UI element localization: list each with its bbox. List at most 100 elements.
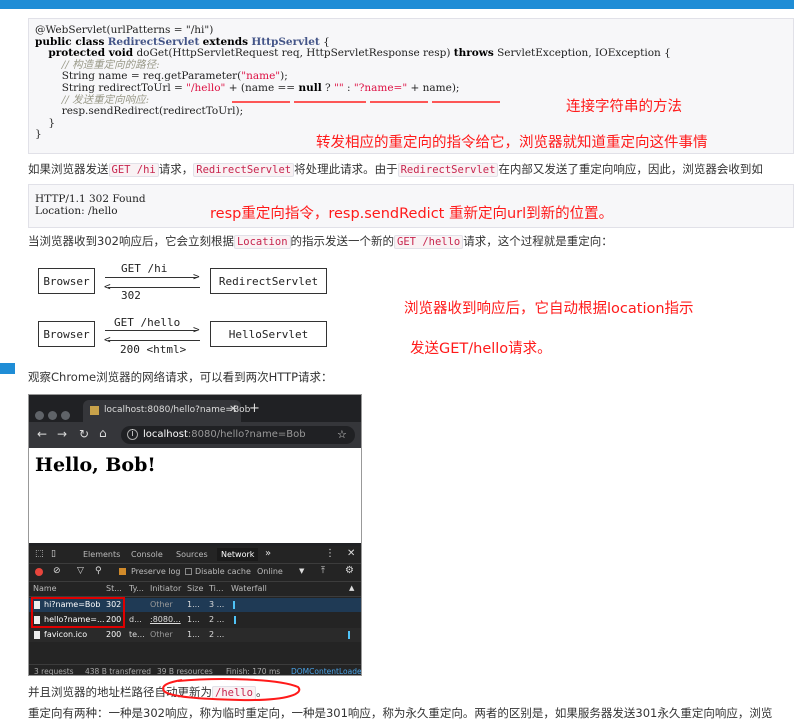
- tab-console[interactable]: Console: [131, 550, 163, 559]
- disable-cache-label: Disable cache: [195, 567, 251, 576]
- code-string: "name": [241, 70, 281, 83]
- close-dot-icon[interactable]: [35, 411, 44, 420]
- gear-icon[interactable]: ⚙: [345, 565, 354, 576]
- tab-elements[interactable]: Elements: [83, 550, 120, 559]
- browser-box: Browser: [38, 321, 95, 347]
- code-text: );: [280, 70, 288, 83]
- tab-sources[interactable]: Sources: [176, 550, 208, 559]
- preserve-log-label: Preserve log: [131, 567, 181, 576]
- inline-code: RedirectServlet: [397, 163, 499, 177]
- paragraph-chrome: 观察Chrome浏览器的网络请求，可以看到两次HTTP请求：: [28, 370, 333, 384]
- column-header[interactable]: Waterfall: [231, 584, 267, 593]
- minimize-dot-icon[interactable]: [48, 411, 57, 420]
- reload-icon[interactable]: ↻: [79, 427, 89, 441]
- code-text: String redirectToUrl =: [61, 81, 187, 94]
- waterfall-bar: [233, 601, 235, 609]
- text: 将处理此请求。由于: [294, 162, 398, 176]
- column-header[interactable]: Size: [187, 584, 203, 593]
- code-comment: // 发送重定向响应:: [61, 93, 150, 106]
- devtools-close-icon[interactable]: ✕: [347, 548, 355, 559]
- devtools-tabbar: ⬚ ▯ Elements Console Sources Network » ⋮…: [29, 546, 361, 564]
- server-box: RedirectServlet: [210, 268, 327, 294]
- code-string: "": [334, 81, 344, 94]
- address-bar[interactable]: i localhost:8080/hello?name=Bob ☆: [121, 426, 355, 444]
- tab-network[interactable]: Network: [217, 548, 259, 561]
- tab-close-icon[interactable]: ✕: [229, 404, 237, 415]
- kebab-menu-icon[interactable]: ⋮: [325, 548, 335, 559]
- more-tabs-icon[interactable]: »: [265, 548, 271, 559]
- inline-code: RedirectServlet: [193, 163, 295, 177]
- code-text: doGet(HttpServletRequest req, HttpServle…: [133, 47, 454, 60]
- top-header-bar: [0, 0, 794, 9]
- filter-icon[interactable]: ▽: [77, 566, 84, 576]
- throttle-select[interactable]: Online: [257, 567, 283, 576]
- code-keyword: throws: [453, 47, 494, 60]
- waterfall-bar: [348, 631, 350, 639]
- page-favicon-icon: [90, 406, 99, 415]
- column-header[interactable]: Name: [33, 584, 57, 593]
- code-text: {: [319, 35, 330, 48]
- left-side-marker: [0, 363, 15, 374]
- disable-cache-checkbox[interactable]: [185, 568, 192, 575]
- inline-code: Location: [233, 235, 291, 249]
- new-tab-icon[interactable]: +: [249, 401, 260, 416]
- throttle-chevron-icon[interactable]: ▼: [299, 567, 304, 575]
- column-header[interactable]: Ti...: [209, 584, 224, 593]
- code-text: String name = req.getParameter(: [61, 70, 242, 83]
- back-icon[interactable]: ←: [37, 427, 47, 441]
- annotation-send-redirect: resp重定向指令，resp.sendRedict 重新定向url到新的位置。: [210, 206, 614, 222]
- code-keyword: extends: [202, 35, 249, 48]
- highlight-box: [31, 597, 125, 628]
- page-heading: Hello, Bob!: [35, 454, 156, 476]
- device-icon[interactable]: ▯: [51, 549, 56, 559]
- paragraph-redirect-process: 当浏览器收到302响应后，它会立刻根据 Location 的指示发送一个新的 GET …: [28, 233, 613, 249]
- sort-up-icon[interactable]: ▲: [349, 584, 354, 592]
- annotation-get-hello: 发送GET/hello请求。: [410, 341, 552, 357]
- response-arrow: [108, 340, 200, 341]
- waterfall-bar: [234, 616, 236, 624]
- code-lines: HTTP/1.1 302 Found Location: /hello: [35, 193, 146, 217]
- home-icon[interactable]: ⌂: [99, 426, 107, 440]
- info-icon[interactable]: i: [127, 429, 138, 440]
- red-circle-mark: [162, 678, 301, 702]
- upload-icon[interactable]: ⤒: [321, 566, 325, 576]
- record-icon[interactable]: [35, 568, 43, 576]
- text: 的指示发送一个新的: [290, 234, 395, 248]
- status-finish: Finish: 170 ms: [226, 667, 281, 676]
- text: 请求，这个过程就是重定向：: [463, 234, 613, 248]
- column-header[interactable]: St...: [106, 584, 122, 593]
- text: 在内部又发送了重定向响应，因此，浏览器会收到如: [498, 162, 763, 176]
- request-arrow: [105, 277, 197, 278]
- request-size: 1...: [187, 630, 200, 639]
- code-text: :: [343, 81, 354, 94]
- code-class: HttpServlet: [251, 35, 320, 48]
- maximize-dot-icon[interactable]: [61, 411, 70, 420]
- code-line: HTTP/1.1 302 Found: [35, 193, 146, 205]
- chrome-screenshot: localhost:8080/hello?name=Bob ✕ + ← → ↻ …: [28, 394, 362, 676]
- request-name: favicon.ico: [44, 630, 88, 639]
- search-icon[interactable]: ⚲: [95, 566, 102, 576]
- preserve-log-checkbox[interactable]: [119, 568, 126, 575]
- table-row[interactable]: favicon.ico 200 te... Other 1... 2 ...: [29, 628, 361, 642]
- text: 当浏览器收到302响应后，它会立刻根据: [28, 234, 234, 248]
- bookmark-star-icon[interactable]: ☆: [337, 428, 347, 441]
- paragraph-redirect-types: 重定向有两种：一种是302响应，称为临时重定向，一种是301响应，称为永久重定向…: [28, 706, 773, 720]
- column-header[interactable]: Ty...: [129, 584, 144, 593]
- column-header[interactable]: Initiator: [150, 584, 181, 593]
- code-keyword: protected void: [48, 47, 134, 60]
- response-label: 302: [121, 289, 141, 302]
- code-comment: // 构造重定向的路径:: [61, 58, 160, 71]
- request-size: 1...: [187, 615, 200, 624]
- annotation-location: 浏览器收到响应后，它自动根据location指示: [404, 301, 694, 317]
- browser-tab[interactable]: localhost:8080/hello?name=Bob ✕: [83, 400, 250, 422]
- request-size: 1...: [187, 600, 200, 609]
- request-type: te...: [129, 630, 145, 639]
- annotation-concat: 连接字符串的方法: [566, 99, 682, 115]
- forward-icon[interactable]: →: [57, 427, 67, 441]
- request-initiator: Other: [150, 630, 173, 639]
- inspect-icon[interactable]: ⬚: [35, 549, 44, 559]
- clear-icon[interactable]: ⊘: [53, 566, 61, 576]
- request-type: d...: [129, 615, 142, 624]
- response-label: 200 <html>: [120, 343, 187, 356]
- request-initiator[interactable]: :8080...: [150, 615, 181, 624]
